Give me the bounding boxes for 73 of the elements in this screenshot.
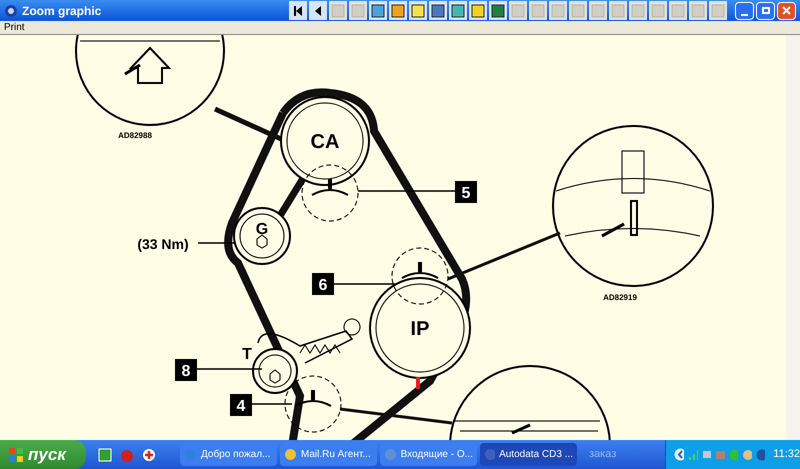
taskbar-button[interactable]: Autodata CD3 ... bbox=[480, 443, 577, 466]
app-icon bbox=[384, 448, 397, 461]
leader-line bbox=[198, 242, 236, 244]
restore-button[interactable] bbox=[756, 2, 775, 20]
reference-code: AD82919 bbox=[603, 293, 637, 302]
tool-icon bbox=[371, 4, 385, 18]
window-title: Zoom graphic bbox=[22, 2, 102, 20]
leader-line bbox=[252, 403, 292, 405]
tool-icon bbox=[391, 4, 405, 18]
pulley-label: IP bbox=[410, 318, 430, 340]
leader-line bbox=[197, 368, 262, 370]
tool-icon bbox=[591, 4, 605, 18]
tool-icon bbox=[671, 4, 685, 18]
toolbar-label[interactable]: заказ bbox=[589, 446, 616, 463]
tool-icon bbox=[571, 4, 585, 18]
tool-icon bbox=[711, 4, 725, 18]
minimize-button[interactable] bbox=[735, 2, 754, 20]
tool-icon bbox=[491, 4, 505, 18]
first-page-button[interactable] bbox=[289, 1, 307, 20]
tool-icon bbox=[411, 4, 425, 18]
tool-icon bbox=[531, 4, 545, 18]
skip-back-icon bbox=[293, 4, 303, 16]
tool-icon bbox=[431, 4, 445, 18]
tool-button[interactable] bbox=[409, 1, 427, 20]
timing-mark-circle bbox=[302, 164, 358, 222]
tool-icon bbox=[451, 4, 465, 18]
app-icon bbox=[284, 448, 297, 461]
callout-number: 8 bbox=[175, 359, 197, 381]
callout-number: 6 bbox=[312, 273, 334, 295]
timing-mark-circle bbox=[392, 248, 448, 304]
tool-button[interactable] bbox=[449, 1, 467, 20]
start-button[interactable]: пуск bbox=[0, 440, 86, 469]
plus-icon[interactable] bbox=[142, 448, 156, 462]
pulley-label: CA bbox=[310, 131, 340, 153]
tool-icon bbox=[471, 4, 485, 18]
tool-icon bbox=[351, 4, 365, 18]
tool-icon bbox=[691, 4, 705, 18]
timing-mark bbox=[416, 377, 420, 389]
timing-mark-circle bbox=[284, 376, 342, 432]
tool-icon bbox=[551, 4, 565, 18]
callout-number: 5 bbox=[455, 181, 477, 203]
app-icon bbox=[4, 4, 18, 18]
leader-line bbox=[334, 283, 395, 285]
pulley bbox=[233, 207, 291, 265]
menu-item[interactable]: Print bbox=[4, 22, 25, 34]
tool-icon bbox=[651, 4, 665, 18]
pulley-label: G bbox=[256, 221, 268, 238]
torque-label: (33 Nm) bbox=[137, 236, 189, 252]
triangle-left-icon bbox=[314, 4, 322, 16]
tool-button[interactable] bbox=[389, 1, 407, 20]
close-button[interactable] bbox=[777, 2, 796, 20]
taskbar-button[interactable]: Добро пожал... bbox=[180, 443, 277, 466]
tool-button[interactable] bbox=[369, 1, 387, 20]
tool-button[interactable] bbox=[469, 1, 487, 20]
tool-icon bbox=[511, 4, 525, 18]
pulley-label: T bbox=[242, 346, 252, 363]
close-icon bbox=[782, 6, 791, 15]
pulley bbox=[252, 348, 298, 394]
chevron-icon[interactable] bbox=[674, 448, 684, 461]
tool-button[interactable] bbox=[489, 1, 507, 20]
tool-icon bbox=[631, 4, 645, 18]
reference-code: AD82988 bbox=[118, 131, 152, 140]
taskbar-button[interactable]: Mail.Ru Агент... bbox=[280, 443, 377, 466]
clock: 11:32 bbox=[773, 447, 800, 462]
tool-icon bbox=[611, 4, 625, 18]
taskbar-button[interactable]: Входящие - О... bbox=[380, 443, 477, 466]
tool-button[interactable] bbox=[429, 1, 447, 20]
app-icon bbox=[484, 448, 496, 461]
callout-number: 4 bbox=[230, 394, 252, 416]
previous-button[interactable] bbox=[309, 1, 327, 20]
windows-logo-icon bbox=[8, 446, 24, 462]
tool-icon bbox=[331, 4, 345, 18]
scrollbar[interactable] bbox=[786, 35, 800, 441]
